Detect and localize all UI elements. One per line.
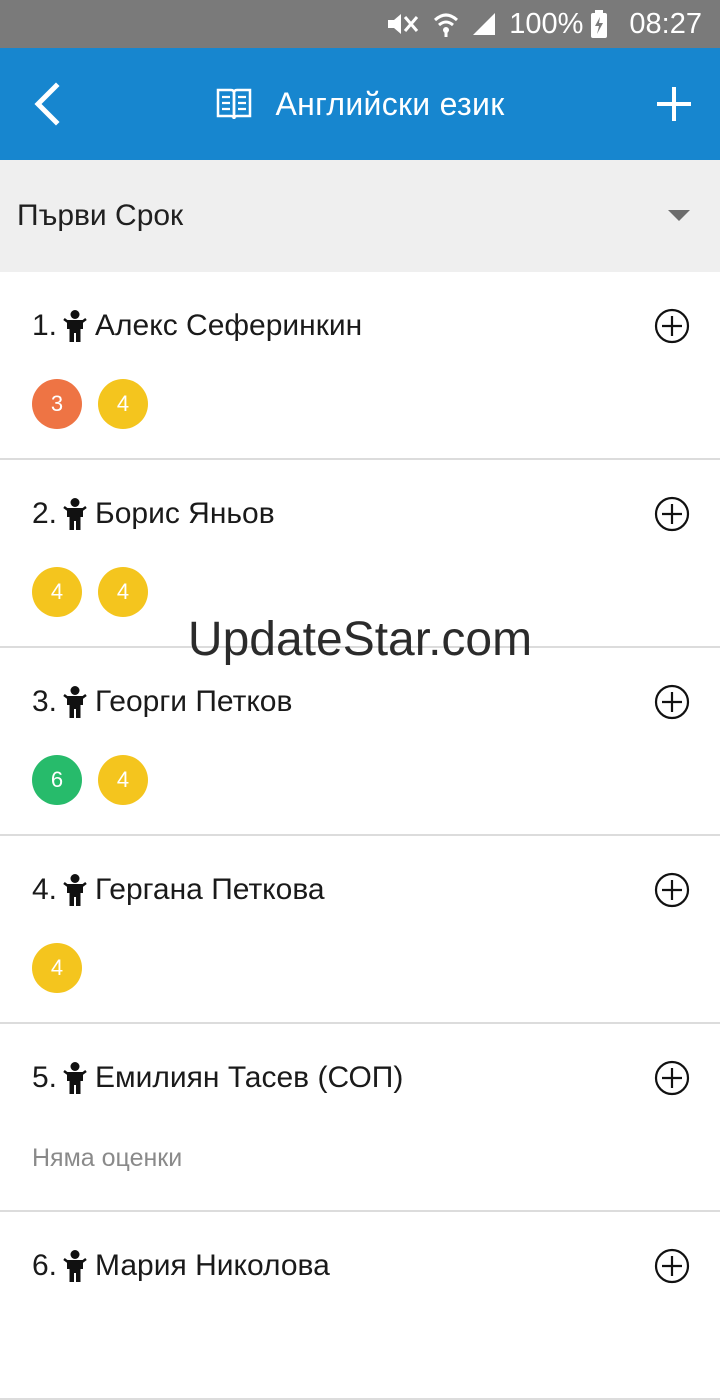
add-grade-button[interactable] (654, 1248, 690, 1284)
signal-icon (471, 11, 497, 37)
book-icon (215, 86, 253, 122)
student-number: 3. (32, 685, 58, 718)
grade-badge[interactable]: 4 (98, 379, 148, 429)
grade-badge[interactable]: 4 (98, 567, 148, 617)
plus-circle-icon (654, 496, 690, 532)
person-icon (63, 1062, 87, 1094)
student-name: Гергана Петкова (95, 873, 325, 906)
student-name-line: 2. Борис Яньов (32, 496, 275, 532)
add-grade-button[interactable] (654, 684, 690, 720)
student-name-line: 5. Емилиян Тасев (СОП) (32, 1060, 403, 1096)
student-row[interactable]: 6. Мария Николова (0, 1212, 720, 1400)
student-name-line: 4. Гергана Петкова (32, 872, 325, 908)
mute-icon (385, 11, 421, 37)
status-icons: 100% 08:27 (385, 0, 702, 48)
grade-list: 44 (32, 567, 164, 617)
student-row[interactable]: 3. Георги Петков 6 4 (0, 648, 720, 836)
add-grade-button[interactable] (654, 496, 690, 532)
plus-circle-icon (654, 1060, 690, 1096)
no-grades-text: Няма оценки (32, 1144, 183, 1172)
plus-icon (657, 87, 691, 121)
person-icon (63, 874, 87, 906)
grade-badge[interactable]: 4 (98, 755, 148, 805)
grade-badge[interactable]: 4 (32, 943, 82, 993)
app-title: Английски език (0, 48, 720, 160)
plus-circle-icon (654, 308, 690, 344)
grade-list: 34 (32, 379, 164, 429)
grade-badge[interactable]: 3 (32, 379, 82, 429)
student-number: 1. (32, 309, 58, 342)
person-icon (63, 310, 87, 342)
person-icon (63, 686, 87, 718)
add-button[interactable] (642, 72, 706, 136)
person-icon (63, 498, 87, 530)
student-name: Емилиян Тасев (СОП) (95, 1061, 404, 1094)
grade-badge[interactable]: 4 (32, 567, 82, 617)
add-grade-button[interactable] (654, 872, 690, 908)
student-name-line: 3. Георги Петков (32, 684, 292, 720)
term-dropdown[interactable]: Първи Срок (0, 160, 720, 272)
clock: 08:27 (629, 7, 702, 40)
plus-circle-icon (654, 1248, 690, 1284)
battery-percent: 100% (509, 7, 584, 40)
status-bar: 100% 08:27 (0, 0, 720, 48)
subject-title: Английски език (275, 85, 505, 122)
student-list: 1. Алекс Сеферинкин 3 4 2. Борис Яньов 4 4 3. Гео… (0, 272, 720, 1400)
student-row[interactable]: 5. Емилиян Тасев (СОП) Няма оценки (0, 1024, 720, 1212)
student-number: 6. (32, 1249, 58, 1282)
student-row[interactable]: 4. Гергана Петкова 4 (0, 836, 720, 1024)
wifi-icon (433, 10, 459, 38)
term-selected: Първи Срок (17, 199, 184, 232)
student-row[interactable]: 1. Алекс Сеферинкин 3 4 (0, 272, 720, 460)
student-name: Мария Николова (95, 1249, 330, 1282)
grade-badge[interactable]: 6 (32, 755, 82, 805)
add-grade-button[interactable] (654, 1060, 690, 1096)
plus-circle-icon (654, 684, 690, 720)
grade-list: 64 (32, 755, 164, 805)
student-number: 5. (32, 1061, 58, 1094)
student-name: Борис Яньов (95, 497, 275, 530)
student-name: Георги Петков (95, 685, 293, 718)
plus-circle-icon (654, 872, 690, 908)
student-name-line: 1. Алекс Сеферинкин (32, 308, 362, 344)
chevron-down-icon (668, 210, 690, 221)
student-name: Алекс Сеферинкин (95, 309, 363, 342)
student-number: 2. (32, 497, 58, 530)
add-grade-button[interactable] (654, 308, 690, 344)
app-bar: Английски език (0, 48, 720, 160)
student-name-line: 6. Мария Николова (32, 1248, 330, 1284)
grade-list: 4 (32, 943, 98, 993)
student-number: 4. (32, 873, 58, 906)
person-icon (63, 1250, 87, 1282)
student-row[interactable]: 2. Борис Яньов 4 4 (0, 460, 720, 648)
battery-charging-icon (591, 10, 608, 38)
